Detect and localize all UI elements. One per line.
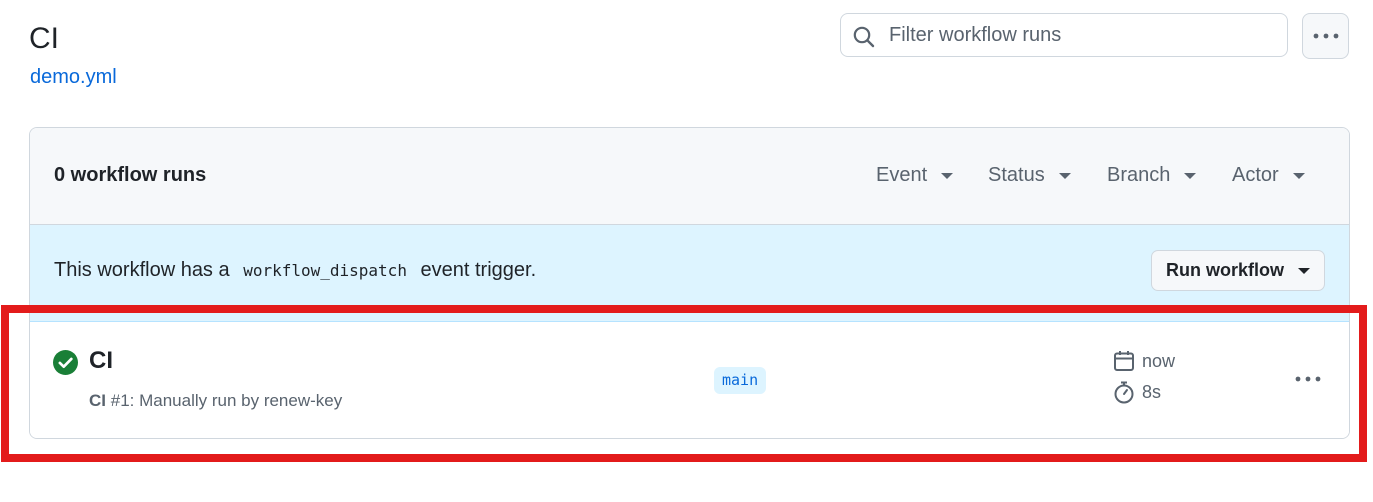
- chevron-down-icon: [1058, 172, 1071, 179]
- run-time-text: now: [1142, 350, 1176, 371]
- more-options-button[interactable]: [1302, 13, 1349, 59]
- run-description: #1: Manually run by renew-key: [110, 391, 343, 410]
- kebab-icon: [1313, 33, 1338, 39]
- dispatch-banner: This workflow has a workflow_dispatch ev…: [30, 225, 1349, 322]
- filter-event-label: Event: [876, 164, 928, 186]
- workflow-runs-panel: 0 workflow runs Event Status Branch Acto…: [29, 127, 1350, 439]
- filter-runs-input[interactable]: [889, 20, 1269, 50]
- chevron-down-icon: [1184, 172, 1197, 179]
- filter-branch-button[interactable]: Branch: [1107, 164, 1197, 187]
- run-duration-text: 8s: [1142, 382, 1162, 402]
- filter-actor-button[interactable]: Actor: [1232, 164, 1305, 187]
- workflow-file-link[interactable]: demo.yml: [30, 64, 117, 90]
- runs-header: 0 workflow runs Event Status Branch Acto…: [30, 128, 1349, 225]
- filter-status-button[interactable]: Status: [988, 164, 1071, 187]
- run-duration: 8s: [1113, 381, 1161, 404]
- filter-event-button[interactable]: Event: [876, 164, 954, 187]
- branch-badge[interactable]: main: [714, 367, 767, 394]
- run-time: now: [1113, 350, 1175, 372]
- filter-branch-label: Branch: [1107, 164, 1171, 186]
- page-title: CI: [29, 22, 59, 55]
- dispatch-text-before: This workflow has a: [54, 259, 230, 281]
- run-more-button[interactable]: [1293, 369, 1323, 389]
- run-workflow-button[interactable]: Run workflow: [1151, 250, 1325, 291]
- filter-actor-label: Actor: [1232, 164, 1279, 186]
- runs-count: 0 workflow runs: [54, 164, 207, 186]
- run-workflow-label: Run workflow: [1166, 260, 1284, 280]
- run-meta: CI #1: Manually run by renew-key: [89, 391, 342, 411]
- filter-runs-search[interactable]: [840, 13, 1288, 57]
- dispatch-message: This workflow has a workflow_dispatch ev…: [54, 259, 536, 282]
- chevron-down-icon: [1292, 172, 1305, 179]
- run-title-link[interactable]: CI: [89, 347, 113, 375]
- workflow-run-row[interactable]: CI CI #1: Manually run by renew-key main…: [30, 322, 1349, 438]
- filter-status-label: Status: [988, 164, 1045, 186]
- calendar-icon: [1114, 351, 1134, 371]
- check-circle-icon: [53, 350, 78, 375]
- dispatch-code: workflow_dispatch: [243, 261, 407, 280]
- search-icon: [853, 26, 875, 48]
- dispatch-text-after: event trigger.: [420, 259, 537, 281]
- stopwatch-icon: [1114, 381, 1134, 404]
- chevron-down-icon: [941, 172, 954, 179]
- kebab-icon: [1295, 376, 1321, 382]
- run-workflow-name: CI: [89, 391, 106, 410]
- chevron-down-icon: [1298, 267, 1310, 274]
